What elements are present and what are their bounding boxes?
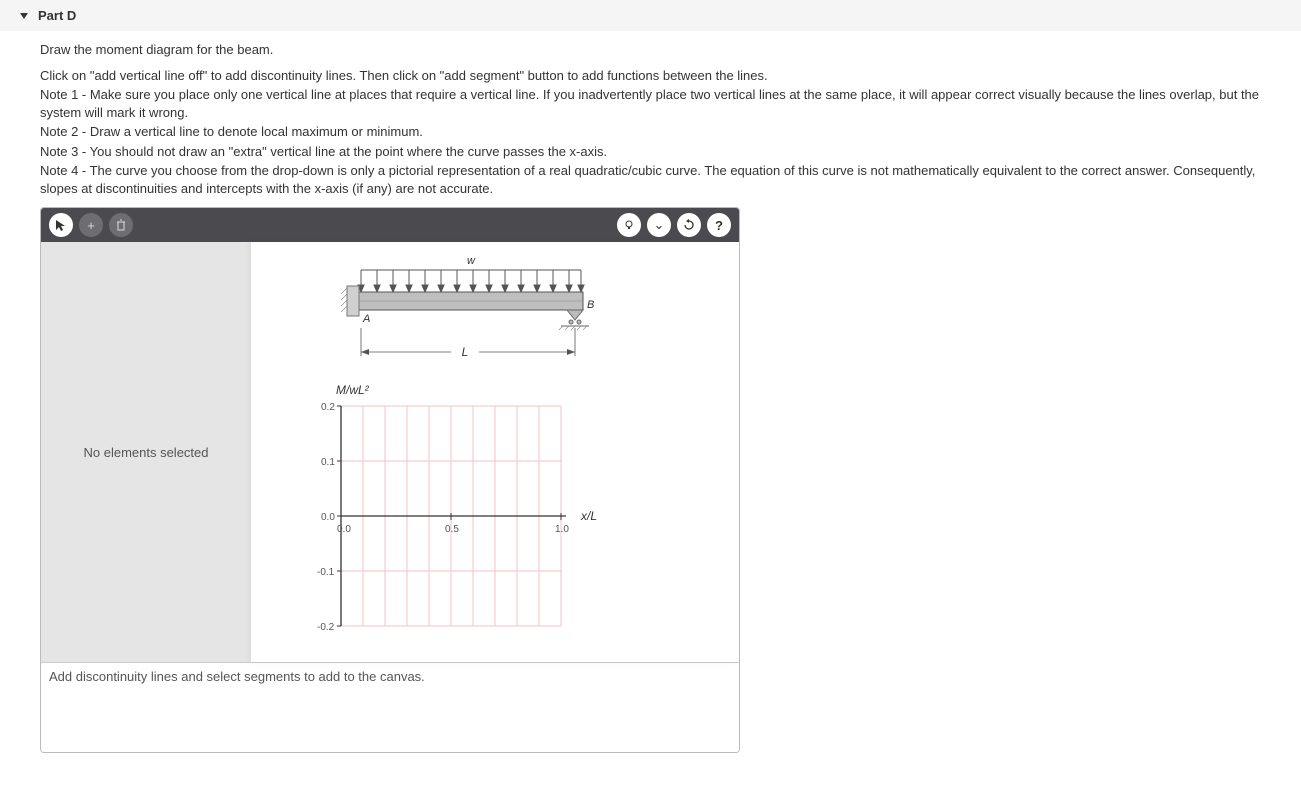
trash-icon	[115, 219, 127, 231]
moment-plot[interactable]: M/wL²	[261, 382, 661, 652]
point-b-label: B	[587, 299, 594, 311]
reset-button[interactable]	[677, 213, 701, 237]
beam-diagram: w	[291, 252, 651, 372]
point-a-label: A	[362, 313, 370, 325]
xtick-2: 1.0	[555, 524, 569, 535]
collapse-caret-icon[interactable]	[20, 13, 28, 19]
ytick-3: -0.1	[317, 567, 335, 578]
load-label: w	[467, 255, 476, 267]
instruction-note3: Note 3 - You should not draw an "extra" …	[40, 143, 1261, 161]
selection-panel: No elements selected	[41, 242, 251, 662]
cursor-icon	[54, 218, 68, 232]
hint-message: Add discontinuity lines and select segme…	[49, 669, 425, 684]
drawing-canvas: + ⌄ ?	[40, 207, 740, 753]
hint-button[interactable]	[617, 213, 641, 237]
instructions-block: Draw the moment diagram for the beam. Cl…	[40, 41, 1261, 197]
instruction-note4: Note 4 - The curve you choose from the d…	[40, 162, 1261, 197]
x-axis-title: x/L	[580, 509, 597, 523]
part-header[interactable]: Part D	[0, 0, 1301, 31]
add-element-button[interactable]: +	[79, 213, 103, 237]
hint-bar: Add discontinuity lines and select segme…	[41, 662, 739, 752]
ytick-0: 0.2	[321, 402, 335, 413]
instruction-note2: Note 2 - Draw a vertical line to denote …	[40, 123, 1261, 141]
xtick-1: 0.5	[445, 524, 459, 535]
xtick-0: 0.0	[337, 524, 351, 535]
y-axis-title: M/wL²	[336, 383, 370, 397]
ytick-2: 0.0	[321, 512, 335, 523]
delete-element-button[interactable]	[109, 213, 133, 237]
help-button[interactable]: ?	[707, 213, 731, 237]
content-area: Draw the moment diagram for the beam. Cl…	[0, 41, 1301, 773]
instruction-note1: Note 1 - Make sure you place only one ve…	[40, 86, 1261, 121]
dropdown-button[interactable]: ⌄	[647, 213, 671, 237]
ytick-4: -0.2	[317, 622, 335, 633]
canvas-toolbar: + ⌄ ?	[41, 208, 739, 242]
span-label: L	[462, 345, 469, 359]
reset-icon	[683, 219, 695, 231]
selection-message: No elements selected	[83, 445, 208, 460]
prompt-text: Draw the moment diagram for the beam.	[40, 41, 1261, 59]
canvas-body: No elements selected w	[41, 242, 739, 662]
instruction-line1: Click on "add vertical line off" to add …	[40, 67, 1261, 85]
lightbulb-icon	[623, 219, 635, 231]
selection-tool-button[interactable]	[49, 213, 73, 237]
ytick-1: 0.1	[321, 457, 335, 468]
part-title: Part D	[38, 8, 76, 23]
plot-area[interactable]: w	[251, 242, 739, 662]
